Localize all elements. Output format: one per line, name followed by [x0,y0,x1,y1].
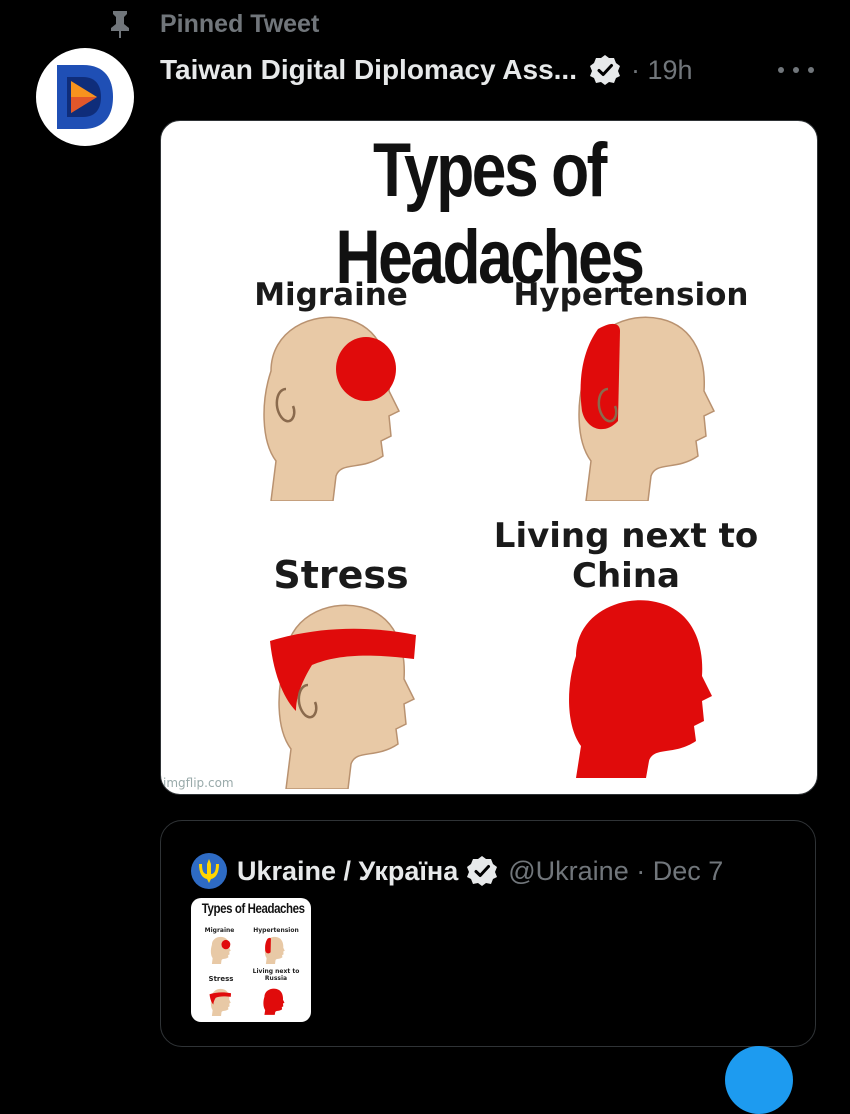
head-stress-illustration [270,604,416,789]
verified-badge-icon [589,54,621,86]
pinned-row [105,8,135,40]
tweet-image[interactable]: Types of Headaches Migraine Hypertension… [160,120,818,795]
thumb-caption-hypertension: Hypertension [253,927,299,934]
quoted-tweet-thumbnail[interactable]: Types of Headaches Migraine Hypertension… [191,898,311,1022]
taiwan-digital-diplomacy-logo-icon [57,65,113,129]
author-avatar[interactable] [36,48,134,146]
quoted-tweet[interactable]: Ukraine / Україна @Ukraine · Dec 7 Types… [160,820,816,1047]
thumb-caption-stress: Stress [208,975,234,983]
thumb-caption-migraine: Migraine [204,927,235,934]
compose-tweet-button[interactable] [725,1046,793,1114]
thumb-caption-living-next-to-russia: Living next to Russia [252,968,300,982]
caption-hypertension: Hypertension [513,277,749,313]
thumb-title: Types of Headaches [201,900,305,916]
thumb-head-stress [209,988,232,1016]
caption-stress: Stress [273,553,409,597]
author-name[interactable]: Taiwan Digital Diplomacy Ass... [160,54,577,86]
thumb-head-hypertension [264,936,285,964]
thumb-head-living-next-to-russia [263,988,285,1015]
tweet-time[interactable]: · 19h [631,55,693,86]
more-icon[interactable] [778,58,814,82]
ukraine-avatar[interactable] [191,853,227,889]
tweet-header: Taiwan Digital Diplomacy Ass... · 19h [160,50,830,90]
pinned-tweet-label: Pinned Tweet [160,10,320,38]
meme-title: Types of Headaches [335,128,645,300]
verified-badge-icon [466,855,498,887]
trident-icon [199,859,219,883]
quoted-handle-time: @Ukraine · Dec 7 [508,855,724,886]
caption-migraine: Migraine [254,277,408,313]
thumb-head-migraine [210,936,231,964]
imgflip-watermark: imgflip.com [163,776,234,790]
pin-icon [105,9,135,39]
quoted-tweet-header: Ukraine / Україна @Ukraine · Dec 7 [191,851,795,891]
caption-living-next-to-china: Living next to China [493,516,759,596]
head-living-next-to-china-illustration [569,600,712,778]
quoted-author-name: Ukraine / Україна [237,855,459,886]
head-migraine-illustration [263,316,401,501]
head-hypertension-illustration [578,316,716,501]
